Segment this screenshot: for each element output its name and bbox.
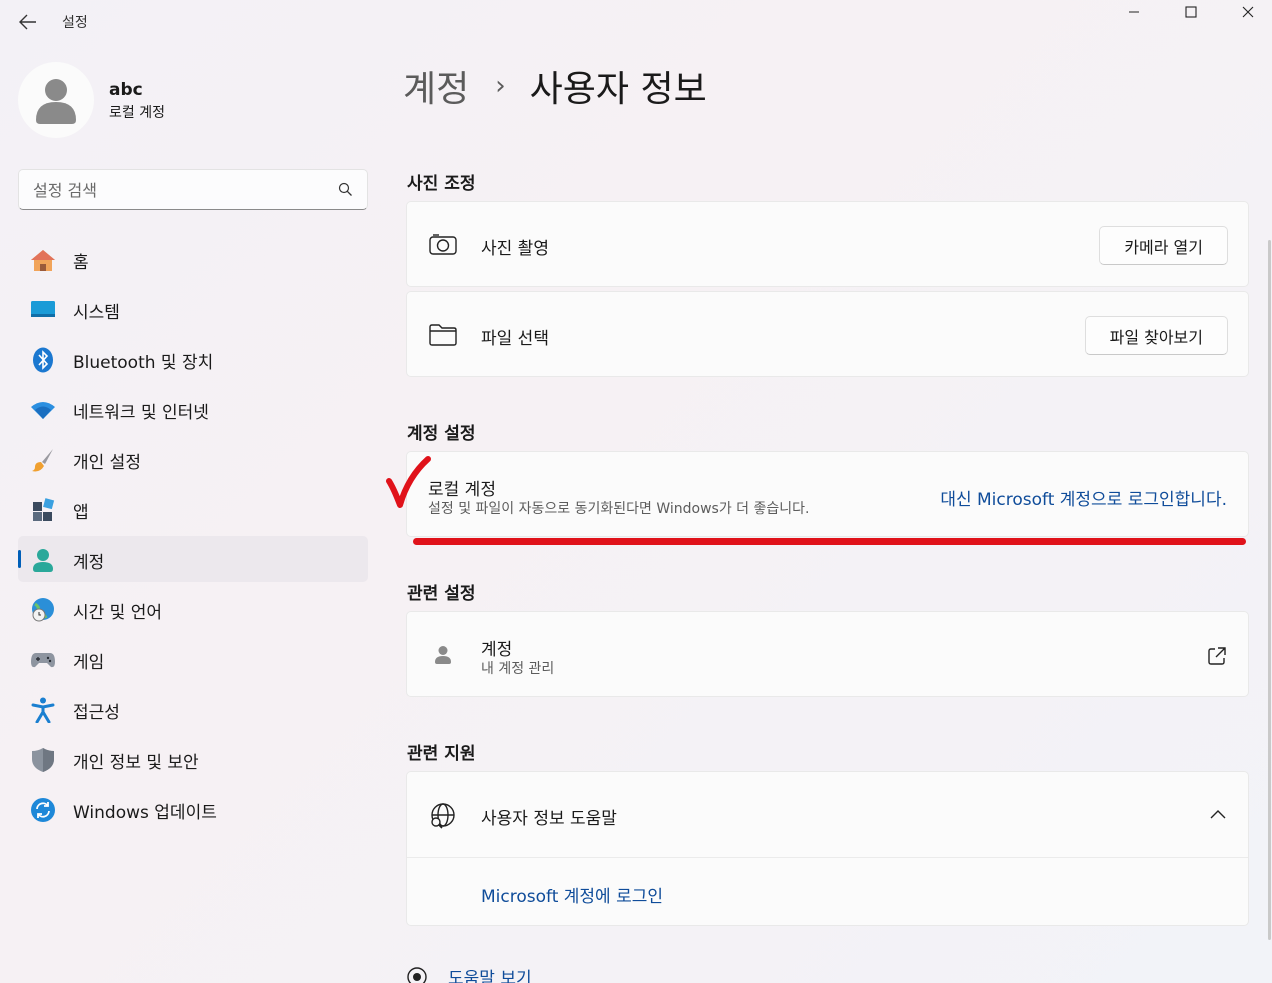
maximize-button[interactable] [1163, 0, 1219, 24]
sidebar-item-privacy[interactable]: 개인 정보 및 보안 [18, 736, 368, 782]
local-account-title: 로컬 계정 [428, 480, 496, 500]
browse-files-button[interactable]: 파일 찾아보기 [1084, 316, 1228, 355]
underline-annotation [413, 538, 1246, 545]
wifi-icon [30, 398, 56, 422]
choose-file-label: 파일 선택 [481, 329, 549, 349]
accounts-card[interactable]: 계정 내 계정 관리 [406, 611, 1249, 697]
update-icon [30, 798, 56, 822]
user-icon [36, 79, 76, 124]
sidebar-item-home[interactable]: 홈 [18, 236, 368, 282]
folder-icon [429, 324, 457, 346]
sidebar-item-apps[interactable]: 앱 [18, 486, 368, 532]
globe-clock-icon [30, 598, 56, 622]
check-mark-annotation [386, 456, 431, 508]
breadcrumb: 계정 › 사용자 정보 [403, 60, 707, 112]
breadcrumb-separator: › [495, 71, 506, 101]
open-camera-button[interactable]: 카메라 열기 [1099, 226, 1228, 265]
minimize-button[interactable] [1106, 0, 1162, 24]
section-title-account-settings: 계정 설정 [407, 424, 476, 444]
person-icon [435, 646, 451, 664]
sidebar-item-accessibility[interactable]: 접근성 [18, 686, 368, 732]
choose-file-card: 파일 선택 파일 찾아보기 [406, 291, 1249, 377]
sidebar-item-label: 앱 [73, 503, 89, 523]
camera-icon [429, 234, 457, 255]
sidebar-item-label: 시간 및 언어 [73, 603, 163, 623]
sign-in-microsoft-link[interactable]: 대신 Microsoft 계정으로 로그인합니다. [940, 485, 1227, 510]
bluetooth-icon [30, 347, 56, 373]
system-icon [30, 298, 56, 322]
page-title: 사용자 정보 [529, 69, 707, 110]
arrow-left-icon [19, 14, 36, 30]
section-title-related-support: 관련 지원 [407, 744, 476, 764]
sidebar-nav: 홈 시스템 Bluetooth 및 장치 네트워크 및 인터넷 개인 설정 앱 [18, 236, 368, 836]
chevron-up-icon [1210, 810, 1226, 819]
close-button[interactable] [1220, 0, 1272, 24]
section-title-related-settings: 관련 설정 [407, 584, 476, 604]
search-icon [338, 182, 352, 196]
get-help-link[interactable]: 도움말 보기 [448, 964, 532, 983]
home-icon [30, 248, 56, 272]
maximize-icon [1185, 6, 1197, 18]
accounts-subtitle: 내 계정 관리 [481, 661, 555, 677]
sidebar-item-bluetooth[interactable]: Bluetooth 및 장치 [18, 336, 368, 382]
take-photo-label: 사진 촬영 [481, 239, 549, 259]
local-account-description: 설정 및 파일이 자동으로 동기화된다면 Windows가 더 좋습니다. [428, 501, 810, 517]
brush-icon [30, 448, 56, 472]
accounts-title: 계정 [481, 640, 513, 660]
account-icon [30, 548, 56, 572]
apps-icon [30, 498, 56, 522]
help-icon [407, 966, 427, 983]
divider [407, 857, 1248, 858]
sidebar-item-system[interactable]: 시스템 [18, 286, 368, 332]
sidebar-item-network[interactable]: 네트워크 및 인터넷 [18, 386, 368, 432]
close-icon [1242, 6, 1254, 18]
local-account-card: 로컬 계정 설정 및 파일이 자동으로 동기화된다면 Windows가 더 좋습… [406, 451, 1249, 537]
globe-search-icon [431, 803, 455, 829]
breadcrumb-parent-link[interactable]: 계정 [403, 60, 469, 112]
sidebar-item-label: 개인 정보 및 보안 [73, 753, 199, 773]
sidebar-item-label: 개인 설정 [73, 453, 141, 473]
help-title: 사용자 정보 도움말 [481, 809, 617, 829]
section-title-photo: 사진 조정 [407, 174, 476, 194]
sidebar-item-label: 게임 [73, 653, 105, 673]
search-box[interactable] [18, 169, 368, 210]
app-title: 설정 [62, 15, 88, 31]
open-external-icon [1208, 647, 1226, 665]
active-indicator [18, 550, 21, 568]
sidebar-item-label: Windows 업데이트 [73, 803, 217, 823]
scrollbar[interactable] [1268, 240, 1271, 940]
avatar [18, 62, 94, 138]
sidebar-item-windows-update[interactable]: Windows 업데이트 [18, 786, 368, 832]
sidebar-item-label: 네트워크 및 인터넷 [73, 403, 209, 423]
sidebar-item-label: 시스템 [73, 303, 120, 323]
gamepad-icon [30, 648, 56, 672]
user-account-type: 로컬 계정 [109, 105, 165, 121]
search-input[interactable] [33, 179, 333, 201]
title-bar: 설정 [0, 0, 1272, 44]
sidebar-item-label: 계정 [73, 553, 105, 573]
sidebar-item-label: 접근성 [73, 703, 120, 723]
back-button[interactable] [14, 10, 42, 34]
shield-icon [30, 748, 56, 772]
help-expander-header[interactable]: 사용자 정보 도움말 [407, 772, 1248, 858]
get-help-row[interactable]: 도움말 보기 [406, 964, 532, 983]
sidebar-item-gaming[interactable]: 게임 [18, 636, 368, 682]
sidebar-item-label: Bluetooth 및 장치 [73, 353, 214, 373]
sidebar-item-time-language[interactable]: 시간 및 언어 [18, 586, 368, 632]
help-card: 사용자 정보 도움말 Microsoft 계정에 로그인 [406, 771, 1249, 926]
sidebar-item-accounts[interactable]: 계정 [18, 536, 368, 582]
minimize-icon [1129, 11, 1139, 13]
sidebar-item-label: 홈 [73, 253, 89, 273]
user-name: abc [109, 80, 143, 100]
sidebar-item-personalization[interactable]: 개인 설정 [18, 436, 368, 482]
take-photo-card: 사진 촬영 카메라 열기 [406, 201, 1249, 287]
microsoft-sign-in-link[interactable]: Microsoft 계정에 로그인 [481, 882, 663, 907]
accessibility-icon [30, 697, 56, 723]
